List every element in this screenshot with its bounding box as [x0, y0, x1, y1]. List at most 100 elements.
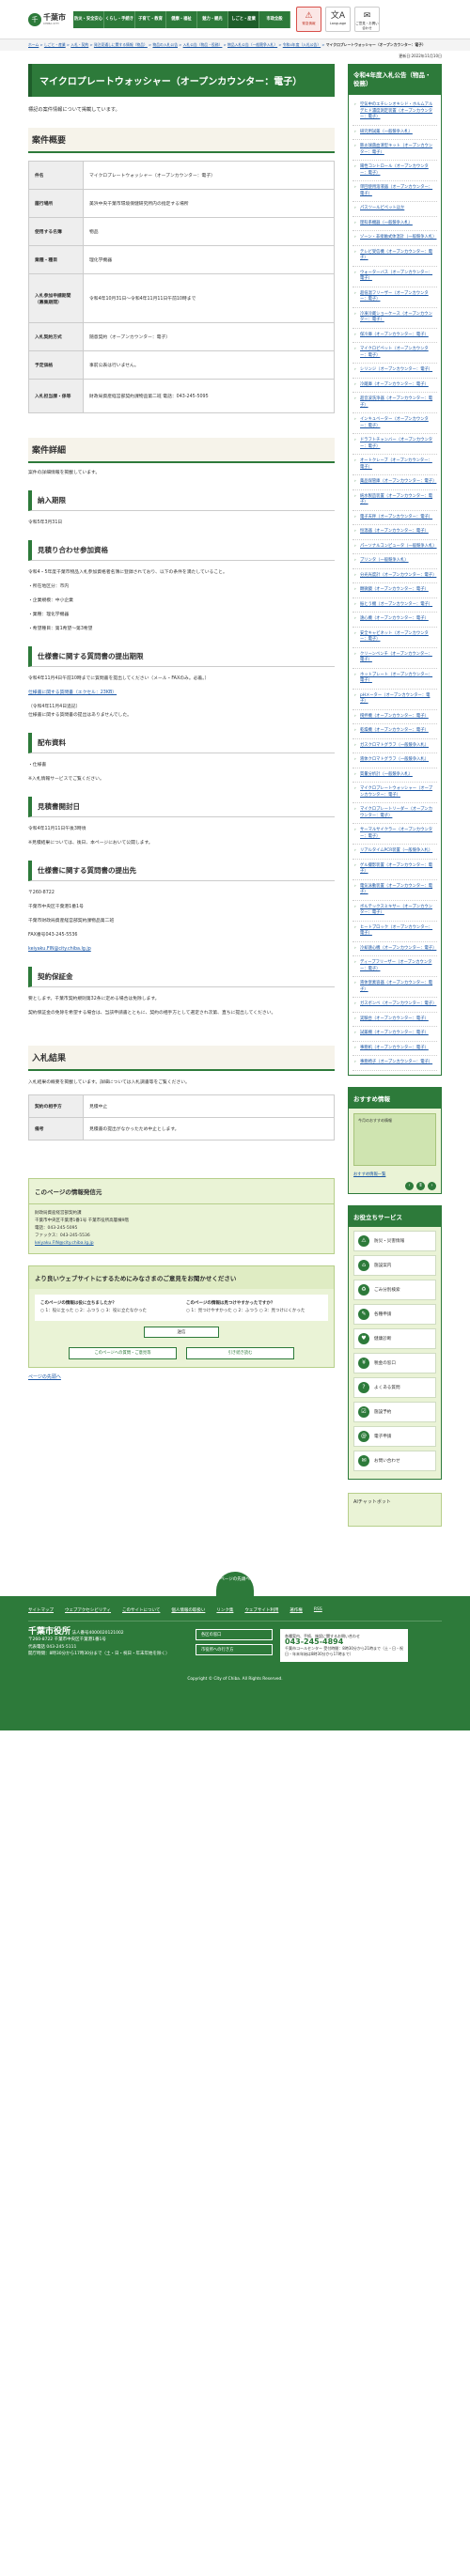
sidebar-item[interactable]: 純水製造装置（オープンカウンター：電子）	[352, 490, 437, 511]
footer-link[interactable]: RSS	[314, 1607, 322, 1613]
sidebar-item[interactable]: 冷凍冷蔵ショーケース（オープンカウンター：電子）	[352, 308, 437, 329]
breadcrumb-link[interactable]: しごと・産業	[44, 42, 66, 47]
service-item[interactable]: ⌂ 施設案内	[353, 1254, 436, 1276]
sidebar-item[interactable]: 肺炎球菌血清型キット（オープンカウンター：電子）	[352, 140, 437, 161]
sidebar-item[interactable]: 空気中のエチレンオキシド・ホルムアルデヒド濃度測定装置（オープンカウンター：電子…	[352, 99, 437, 126]
sidebar-item[interactable]: サーマルサイクラー（オープンカウンター：電子）	[352, 824, 437, 845]
service-item[interactable]: ♻ ごみ分別検索	[353, 1279, 436, 1300]
sidebar-item[interactable]: ウォーターバス（オープンカウンター：電子）	[352, 267, 437, 287]
sidebar-item[interactable]: 研究用試薬（一般競争入札）	[352, 126, 437, 140]
breadcrumb-link[interactable]: 物品の入札公告	[152, 42, 178, 47]
sidebar-item[interactable]: シリンジ（オープンカウンター：電子）	[352, 364, 437, 379]
breadcrumb-link[interactable]: 入札・契約	[70, 42, 88, 47]
sidebar-item[interactable]: ドラフトチャンバー（オープンカウンター：電子）	[352, 434, 437, 455]
sidebar-item[interactable]: マイクロプレートウォッシャー（オープンカウンター：電子）	[352, 783, 437, 803]
sidebar-item[interactable]: オートクレーブ（オープンカウンター：電子）	[352, 455, 437, 475]
breadcrumb-link[interactable]: 令和4年度（入札公告）	[283, 42, 321, 47]
survey-options-1[interactable]: ○ 1：役に立った ○ 2：ふつう ○ 3：役に立たなかった	[40, 1309, 147, 1313]
footer-link[interactable]: サイトマップ	[28, 1607, 54, 1613]
service-item[interactable]: ⚠ 防災・災害情報	[353, 1230, 436, 1251]
sidebar-item[interactable]: 事務椅子（オープンカウンター：電子）	[352, 1056, 437, 1071]
emergency-button[interactable]: ⚠ 緊急情報	[296, 7, 321, 32]
service-item[interactable]: ✉ お問い合わせ	[353, 1450, 436, 1471]
sidebar-item[interactable]: ホットプレート（オープンカウンター：電子）	[352, 669, 437, 690]
contact-email-link[interactable]: keiyaku.FIN@city.chiba.lg.jp	[35, 1241, 94, 1246]
sidebar-item[interactable]: マイクロピペット（オープンカウンター：電子）	[352, 343, 437, 364]
sidebar-item[interactable]: テレビ受信機（オープンカウンター：電子）	[352, 246, 437, 267]
breadcrumb-link[interactable]: 入札公告（物品・役務）	[183, 42, 223, 47]
service-item[interactable]: @ 電子申請	[353, 1425, 436, 1447]
nav-life[interactable]: くらし・手続き	[104, 10, 135, 28]
service-item[interactable]: ¥ 税金の窓口	[353, 1352, 436, 1373]
service-item[interactable]: ♥ 健康診断	[353, 1327, 436, 1349]
survey-options-2[interactable]: ○ 1：見つけやすかった ○ 2：ふつう ○ 3：見つけにくかった	[186, 1309, 305, 1313]
nav-health[interactable]: 健康・福祉	[166, 10, 197, 28]
sidebar-item[interactable]: 撹拌機（オープンカウンター：電子）	[352, 710, 437, 724]
sidebar-item[interactable]: 実験台（オープンカウンター：電子）	[352, 1013, 437, 1027]
sidebar-item[interactable]: 単回使用溶液器（オープンカウンター：電子）	[352, 181, 437, 202]
footer-link[interactable]: 個人情報の取扱い	[171, 1607, 205, 1613]
pause-icon[interactable]: Ⅱ	[416, 1181, 425, 1190]
breadcrumb-link[interactable]: ホーム	[28, 42, 39, 47]
sidebar-item[interactable]: プリンタ（一般競争入札）	[352, 554, 437, 569]
sidebar-item[interactable]: パーソナルコンピュータ（一般競争入札）	[352, 540, 437, 554]
sidebar-item[interactable]: 分光光度計（オープンカウンター：電子）	[352, 569, 437, 583]
language-button[interactable]: 文A Language	[325, 7, 351, 32]
prev-arrow-icon[interactable]: ‹	[405, 1181, 414, 1190]
sidebar-item[interactable]: 顕微鏡（オープンカウンター：電子）	[352, 583, 437, 598]
sidebar-item[interactable]: ヒートブロック（オープンカウンター：電子）	[352, 922, 437, 942]
sidebar-item[interactable]: ガスクロマトグラフ（一般競争入札）	[352, 739, 437, 753]
ward-office-button[interactable]: 各区の窓口	[196, 1628, 273, 1640]
sidebar-item[interactable]: 液体クロマトグラフ（一般競争入札）	[352, 753, 437, 768]
service-item[interactable]: ☑ 施設予約	[353, 1401, 436, 1422]
footer-link[interactable]: 著作権	[290, 1607, 303, 1613]
survey-send-button[interactable]: 送信	[144, 1327, 219, 1338]
breadcrumb-link[interactable]: 物品入札公告（一般競争入札）	[227, 42, 277, 47]
nav-business[interactable]: しごと・産業	[228, 10, 259, 28]
footer-link[interactable]: ウェブサイト利用	[244, 1607, 278, 1613]
question-form-link[interactable]: 仕様書に関する質問書（エクセル：23KB）	[28, 691, 117, 695]
sidebar-item[interactable]: ガスボンベ（オープンカウンター：電子）	[352, 998, 437, 1013]
footer-link[interactable]: リンク集	[216, 1607, 233, 1613]
back-to-top-link[interactable]: ページの先頭へ	[28, 1373, 335, 1380]
sidebar-item[interactable]: 超低温フリーザー（オープンカウンター：電子）	[352, 287, 437, 308]
sidebar-item[interactable]: 陽性コントロール（オープンカウンター：電子）	[352, 161, 437, 181]
inquiry-button[interactable]: ✉ ご意見・お問い合わせ	[354, 7, 380, 32]
sidebar-item[interactable]: インキュベーター（オープンカウンター：電子）	[352, 413, 437, 434]
chatbot-banner[interactable]: AIチャットボット	[348, 1492, 442, 1527]
site-logo[interactable]: 千 千葉市 CHIBA CITY	[28, 12, 68, 26]
sidebar-item[interactable]: 安全キャビネット（オープンカウンター：電子）	[352, 628, 437, 648]
sidebar-item[interactable]: 液体窒素容器（オープンカウンター：電子）	[352, 977, 437, 998]
sidebar-item[interactable]: ゲル撮影装置（オープンカウンター：電子）	[352, 860, 437, 880]
sidebar-item[interactable]: ゾーン・非接触式体温計（一般競争入札）	[352, 231, 437, 246]
email-link[interactable]: keiyaku.FIN@city.chiba.lg.jp	[28, 947, 91, 952]
sidebar-item[interactable]: 遠心機（オープンカウンター：電子）	[352, 613, 437, 628]
sidebar-item[interactable]: クリーンベンチ（オープンカウンター：電子）	[352, 648, 437, 669]
sidebar-item[interactable]: 保冷庫（オープンカウンター：電子）	[352, 329, 437, 343]
sidebar-item[interactable]: 理科系機器（一般競争入札）	[352, 217, 437, 231]
sidebar-item[interactable]: 電子天秤（オープンカウンター：電子）	[352, 511, 437, 525]
sidebar-item[interactable]: 乾燥機（オープンカウンター：電子）	[352, 724, 437, 739]
recommend-banner[interactable]: 今月のおすすめ情報	[353, 1112, 436, 1166]
sidebar-item[interactable]: 超音波洗浄器（オープンカウンター：電子）	[352, 393, 437, 413]
sidebar-item[interactable]: 薬品保管庫（オープンカウンター：電子）	[352, 475, 437, 490]
continue-link-button[interactable]: 引き続き読む	[186, 1347, 294, 1359]
sidebar-item[interactable]: ボルテックスミキサー（オープンカウンター：電子）	[352, 901, 437, 922]
nav-disaster[interactable]: 防災・安全安心	[73, 10, 104, 28]
sidebar-item[interactable]: 質量分析計（一般競争入札）	[352, 768, 437, 783]
nav-tourism[interactable]: 魅力・観光	[197, 10, 228, 28]
page-top-button[interactable]: ページの先頭へ	[216, 1571, 254, 1596]
service-item[interactable]: ✎ 各種申請	[353, 1303, 436, 1325]
sidebar-item[interactable]: マイクロプレートリーダー（オープンカウンター：電子）	[352, 803, 437, 824]
sidebar-item[interactable]: 電気泳動装置（オープンカウンター：電子）	[352, 880, 437, 901]
sidebar-item[interactable]: 振とう機（オープンカウンター：電子）	[352, 598, 437, 613]
footer-link[interactable]: ウェブアクセシビリティ	[65, 1607, 111, 1613]
footer-link[interactable]: このサイトについて	[122, 1607, 160, 1613]
sidebar-item[interactable]: パスツールピペットほか	[352, 202, 437, 217]
recommend-list-link[interactable]: おすすめ情報一覧	[349, 1171, 441, 1179]
next-arrow-icon[interactable]: ›	[428, 1181, 436, 1190]
breadcrumb-link[interactable]: 発注見通しに関する情報（物品）	[94, 42, 148, 47]
nav-city[interactable]: 市政全般	[259, 10, 290, 28]
sidebar-item[interactable]: ディープフリーザー（オープンカウンター：電子）	[352, 956, 437, 977]
sidebar-item[interactable]: リアルタイムPCR装置（一般競争入札）	[352, 845, 437, 860]
